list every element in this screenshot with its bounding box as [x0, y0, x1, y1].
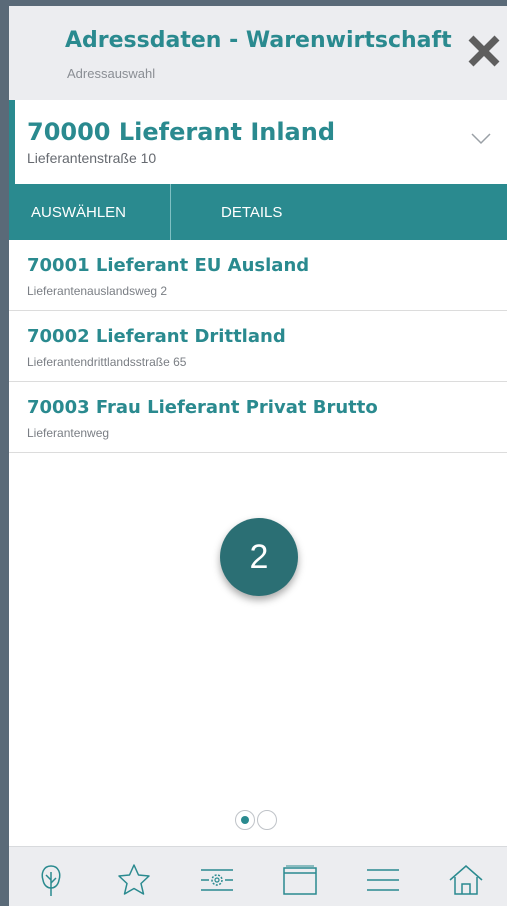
star-icon[interactable]: [114, 860, 154, 900]
selected-address-title: 70000 Lieferant Inland: [27, 118, 336, 146]
page-dot-1[interactable]: [235, 810, 255, 830]
app-window: Adressdaten - Warenwirtschaft Adressausw…: [0, 0, 507, 906]
close-button[interactable]: [463, 30, 505, 72]
list-item[interactable]: 70002 Lieferant Drittland Lieferantendri…: [9, 311, 507, 382]
page-indicator: [235, 810, 277, 830]
list-item-street: Lieferantenweg: [27, 426, 110, 440]
menu-icon[interactable]: [363, 860, 403, 900]
page-title: Adressdaten - Warenwirtschaft: [65, 28, 452, 53]
selected-address-card[interactable]: 70000 Lieferant Inland Lieferantenstraße…: [9, 100, 507, 184]
header: Adressdaten - Warenwirtschaft Adressausw…: [9, 6, 507, 100]
close-icon: [468, 35, 500, 67]
tree-icon[interactable]: [31, 860, 71, 900]
list-item-title: 70003 Frau Lieferant Privat Brutto: [27, 397, 378, 418]
page-subtitle: Adressauswahl: [67, 66, 156, 81]
home-icon[interactable]: [446, 860, 486, 900]
window-icon[interactable]: [280, 860, 320, 900]
list-item-title: 70002 Lieferant Drittland: [27, 326, 286, 347]
list-item-title: 70001 Lieferant EU Ausland: [27, 255, 310, 276]
action-bar: AUSWÄHLEN DETAILS: [9, 184, 507, 240]
list-item-street: Lieferantenauslandsweg 2: [27, 284, 168, 298]
select-button[interactable]: AUSWÄHLEN: [9, 184, 171, 240]
list-item-street: Lieferantendrittlandsstraße 65: [27, 355, 187, 369]
selected-address-street: Lieferantenstraße 10: [27, 150, 157, 166]
bottom-navigation: [9, 846, 507, 906]
chevron-down-icon[interactable]: [471, 132, 491, 146]
list-item[interactable]: 70001 Lieferant EU Ausland Lieferantenau…: [9, 240, 507, 311]
details-button[interactable]: DETAILS: [171, 184, 282, 240]
list-item[interactable]: 70003 Frau Lieferant Privat Brutto Liefe…: [9, 382, 507, 453]
settings-panel-icon[interactable]: [197, 860, 237, 900]
address-list: 70001 Lieferant EU Ausland Lieferantenau…: [9, 240, 507, 453]
page-dot-2[interactable]: [257, 810, 277, 830]
step-badge: 2: [220, 518, 298, 596]
